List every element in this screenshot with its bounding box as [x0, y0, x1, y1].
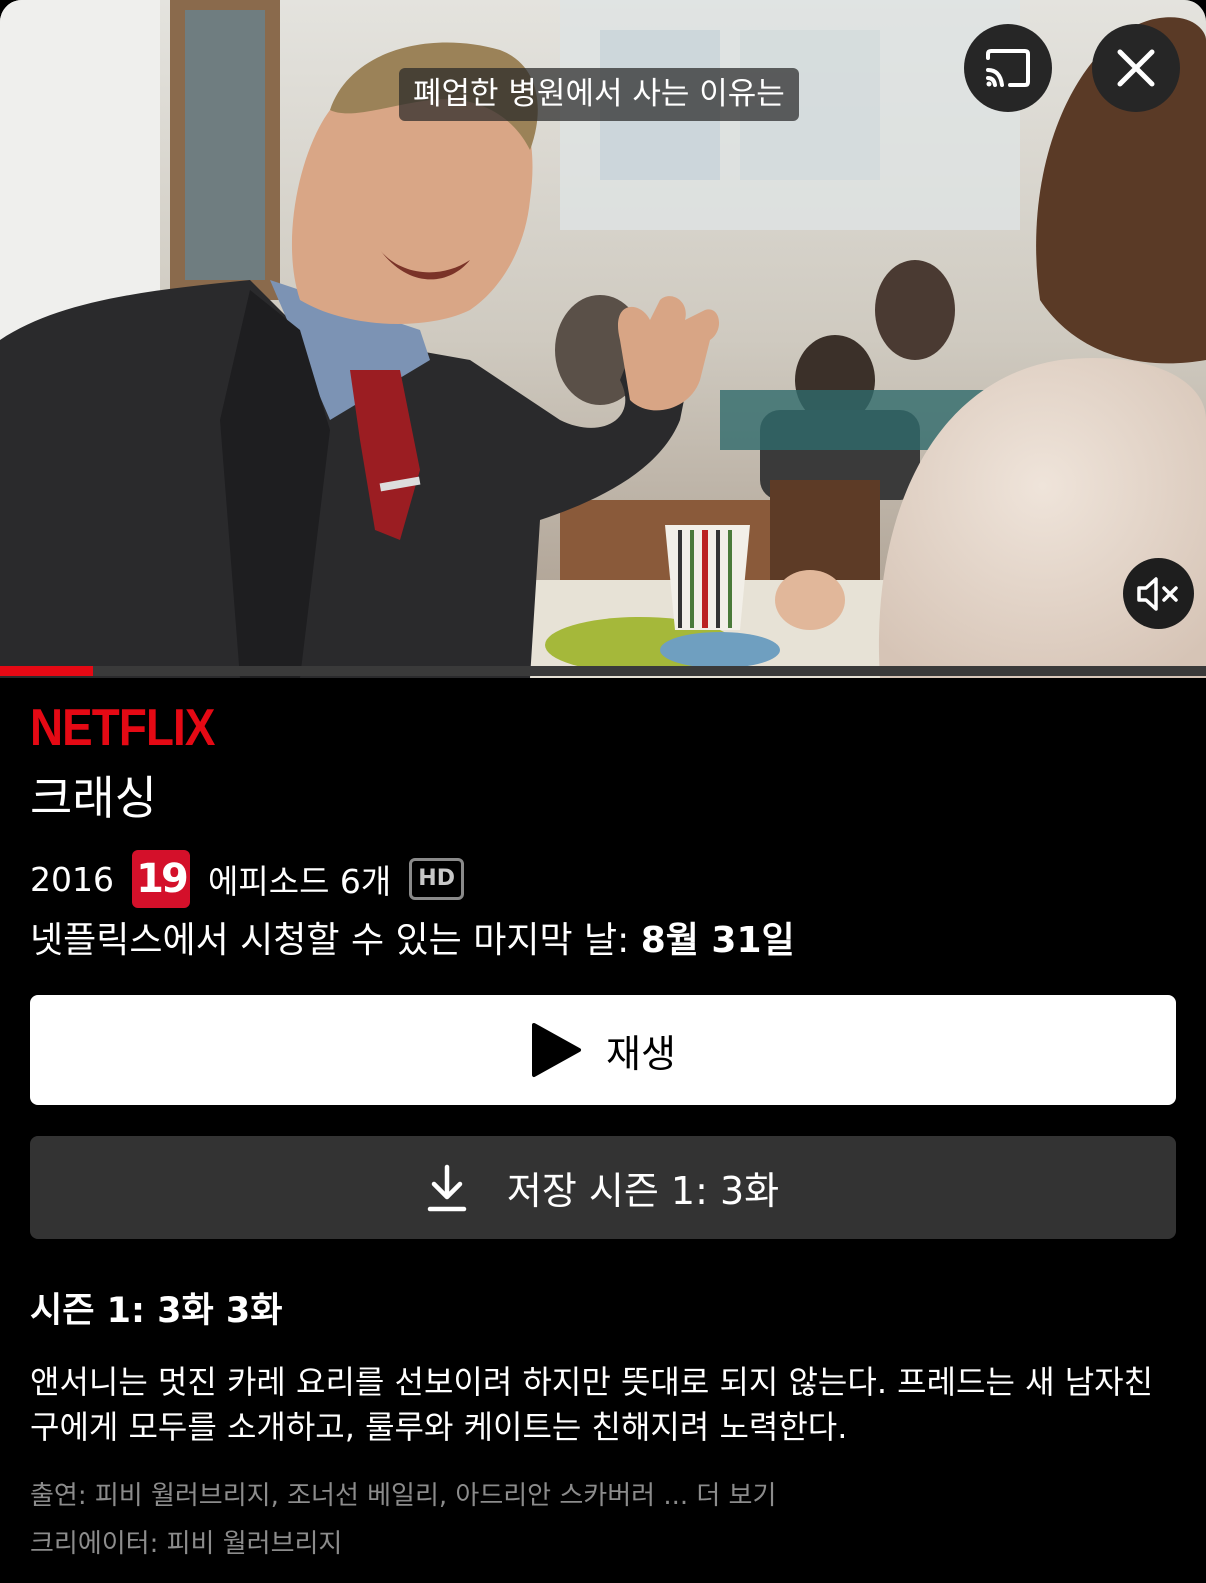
netflix-logo: NETFLIX	[30, 699, 215, 757]
age-rating-badge: 19	[131, 850, 190, 908]
cast-button[interactable]	[964, 24, 1052, 112]
availability-notice: 넷플릭스에서 시청할 수 있는 마지막 날: 8월 31일	[30, 918, 795, 964]
episode-title: 시즌 1: 3화 3화	[30, 1291, 283, 1331]
video-progress-bar[interactable]	[0, 666, 1206, 676]
hd-badge: HD	[409, 858, 464, 900]
subtitle-caption: 폐업한 병원에서 사는 이유는	[399, 68, 799, 121]
download-icon	[427, 1164, 467, 1211]
episode-count: 에피소드 6개	[207, 862, 392, 901]
cast-more-link[interactable]: ... 더 보기	[663, 1481, 776, 1511]
play-button-label: 재생	[606, 1031, 676, 1076]
cast-line: 출연: 피비 월러브리지, 조너선 베일리, 아드리안 스카버러 ... 더 보…	[30, 1478, 776, 1514]
close-button[interactable]	[1092, 24, 1180, 112]
video-player[interactable]: 폐업한 병원에서 사는 이유는	[0, 0, 1206, 678]
show-title: 크래싱	[30, 771, 157, 825]
mute-button[interactable]	[1123, 558, 1194, 629]
download-button[interactable]: 저장 시즌 1: 3화	[30, 1136, 1176, 1239]
cast-icon	[986, 49, 1030, 87]
video-progress-fill	[0, 666, 93, 676]
release-year: 2016	[30, 859, 114, 899]
cast-list: 출연: 피비 월러브리지, 조너선 베일리, 아드리안 스카버러	[30, 1481, 664, 1511]
close-icon	[1117, 49, 1155, 87]
episode-synopsis: 앤서니는 멋진 카레 요리를 선보이려 하지만 뜻대로 되지 않는다. 프레드는…	[30, 1363, 1154, 1446]
play-icon	[532, 1023, 582, 1077]
download-button-label: 저장 시즌 1: 3화	[506, 1169, 780, 1213]
availability-date: 8월 31일	[640, 920, 795, 961]
show-meta: 2016 19 에피소드 6개 HD	[30, 850, 464, 908]
muted-speaker-icon	[1136, 576, 1178, 611]
play-button[interactable]: 재생	[30, 995, 1176, 1105]
creator-line: 크리에이터: 피비 월러브리지	[30, 1529, 343, 1559]
availability-label: 넷플릭스에서 시청할 수 있는 마지막 날:	[30, 920, 641, 961]
